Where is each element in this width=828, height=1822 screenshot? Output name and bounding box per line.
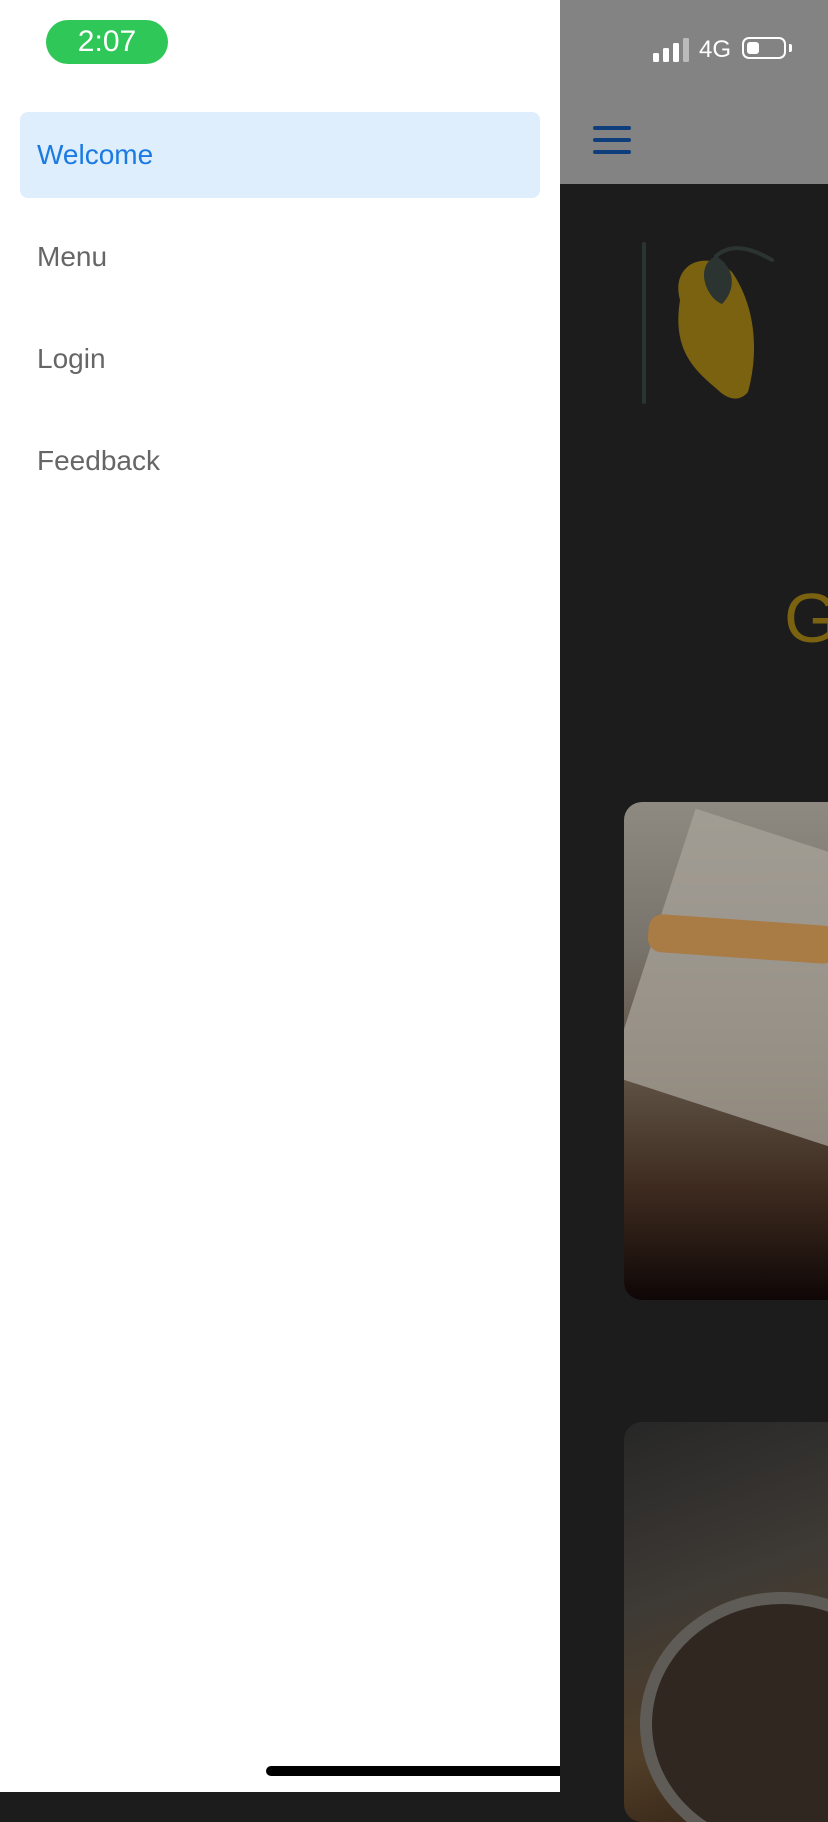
battery-tip: [789, 44, 792, 52]
welcome-heading: G: [784, 579, 828, 657]
battery-level: [747, 42, 759, 54]
food-photo-card[interactable]: [624, 1422, 828, 1822]
home-indicator[interactable]: [266, 1766, 560, 1776]
food-photo-card[interactable]: [624, 802, 828, 1300]
signal-strength-icon: [653, 38, 691, 62]
network-type: 4G: [699, 36, 732, 63]
drawer-item-welcome[interactable]: Welcome: [20, 112, 540, 198]
drawer-item-feedback[interactable]: Feedback: [20, 418, 540, 504]
lemon-logo-icon: [642, 242, 774, 404]
drawer-item-menu[interactable]: Menu: [20, 214, 540, 300]
spoon-shape: [640, 1592, 828, 1822]
newspaper-shape: [624, 808, 828, 1156]
status-time: 2:07: [46, 20, 168, 64]
drawer-item-login[interactable]: Login: [20, 316, 540, 402]
navigation-drawer: 2:07 Welcome Menu Login Feedback: [0, 0, 560, 1792]
battery-icon: [742, 37, 786, 59]
hamburger-menu-icon[interactable]: [593, 126, 631, 154]
